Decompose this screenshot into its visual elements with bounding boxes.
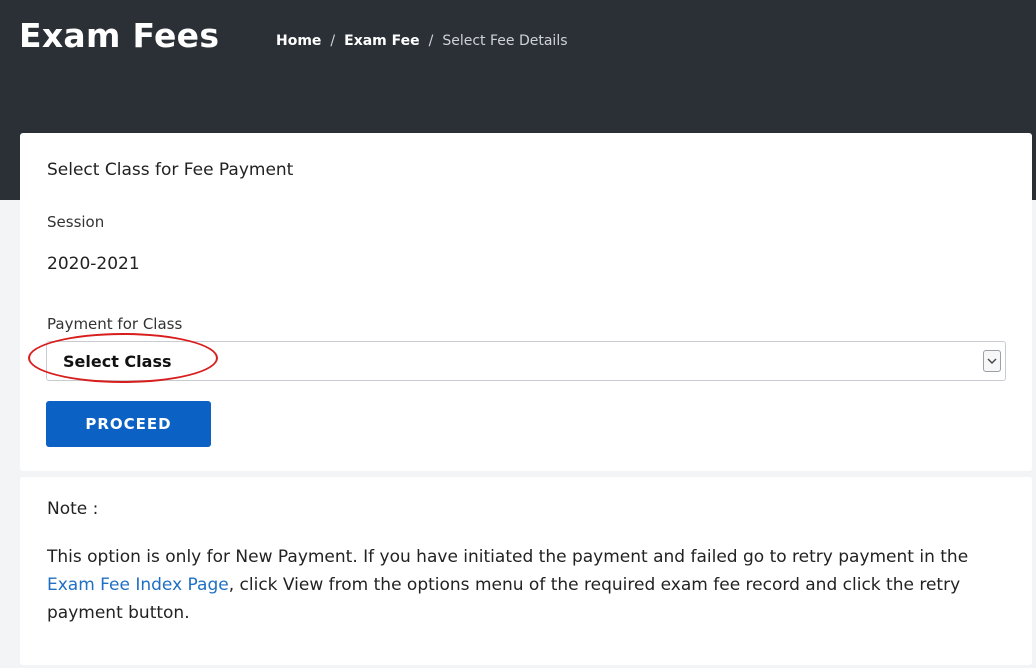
breadcrumb-home[interactable]: Home — [276, 33, 321, 49]
breadcrumb-current: Select Fee Details — [442, 33, 568, 49]
fee-form-card: Select Class for Fee Payment Session 202… — [20, 133, 1032, 471]
session-value: 2020-2021 — [47, 254, 140, 274]
class-label: Payment for Class — [47, 315, 183, 333]
note-card: Note : This option is only for New Payme… — [20, 477, 1032, 665]
class-select[interactable]: Select Class — [46, 341, 1006, 381]
note-heading: Note : — [47, 499, 99, 519]
chevron-down-icon[interactable] — [983, 350, 1001, 372]
form-heading: Select Class for Fee Payment — [47, 160, 294, 180]
session-label: Session — [47, 213, 105, 231]
breadcrumb: Home / Exam Fee / Select Fee Details — [276, 33, 568, 49]
breadcrumb-separator: / — [428, 33, 434, 49]
note-text-before: This option is only for New Payment. If … — [47, 547, 969, 567]
breadcrumb-exam-fee[interactable]: Exam Fee — [344, 33, 420, 49]
page-title: Exam Fees — [19, 16, 220, 55]
proceed-button[interactable]: PROCEED — [46, 401, 211, 447]
class-select-value: Select Class — [63, 351, 172, 371]
exam-fee-index-link[interactable]: Exam Fee Index Page — [47, 575, 229, 595]
note-text: This option is only for New Payment. If … — [47, 543, 1007, 627]
breadcrumb-separator: / — [330, 33, 336, 49]
